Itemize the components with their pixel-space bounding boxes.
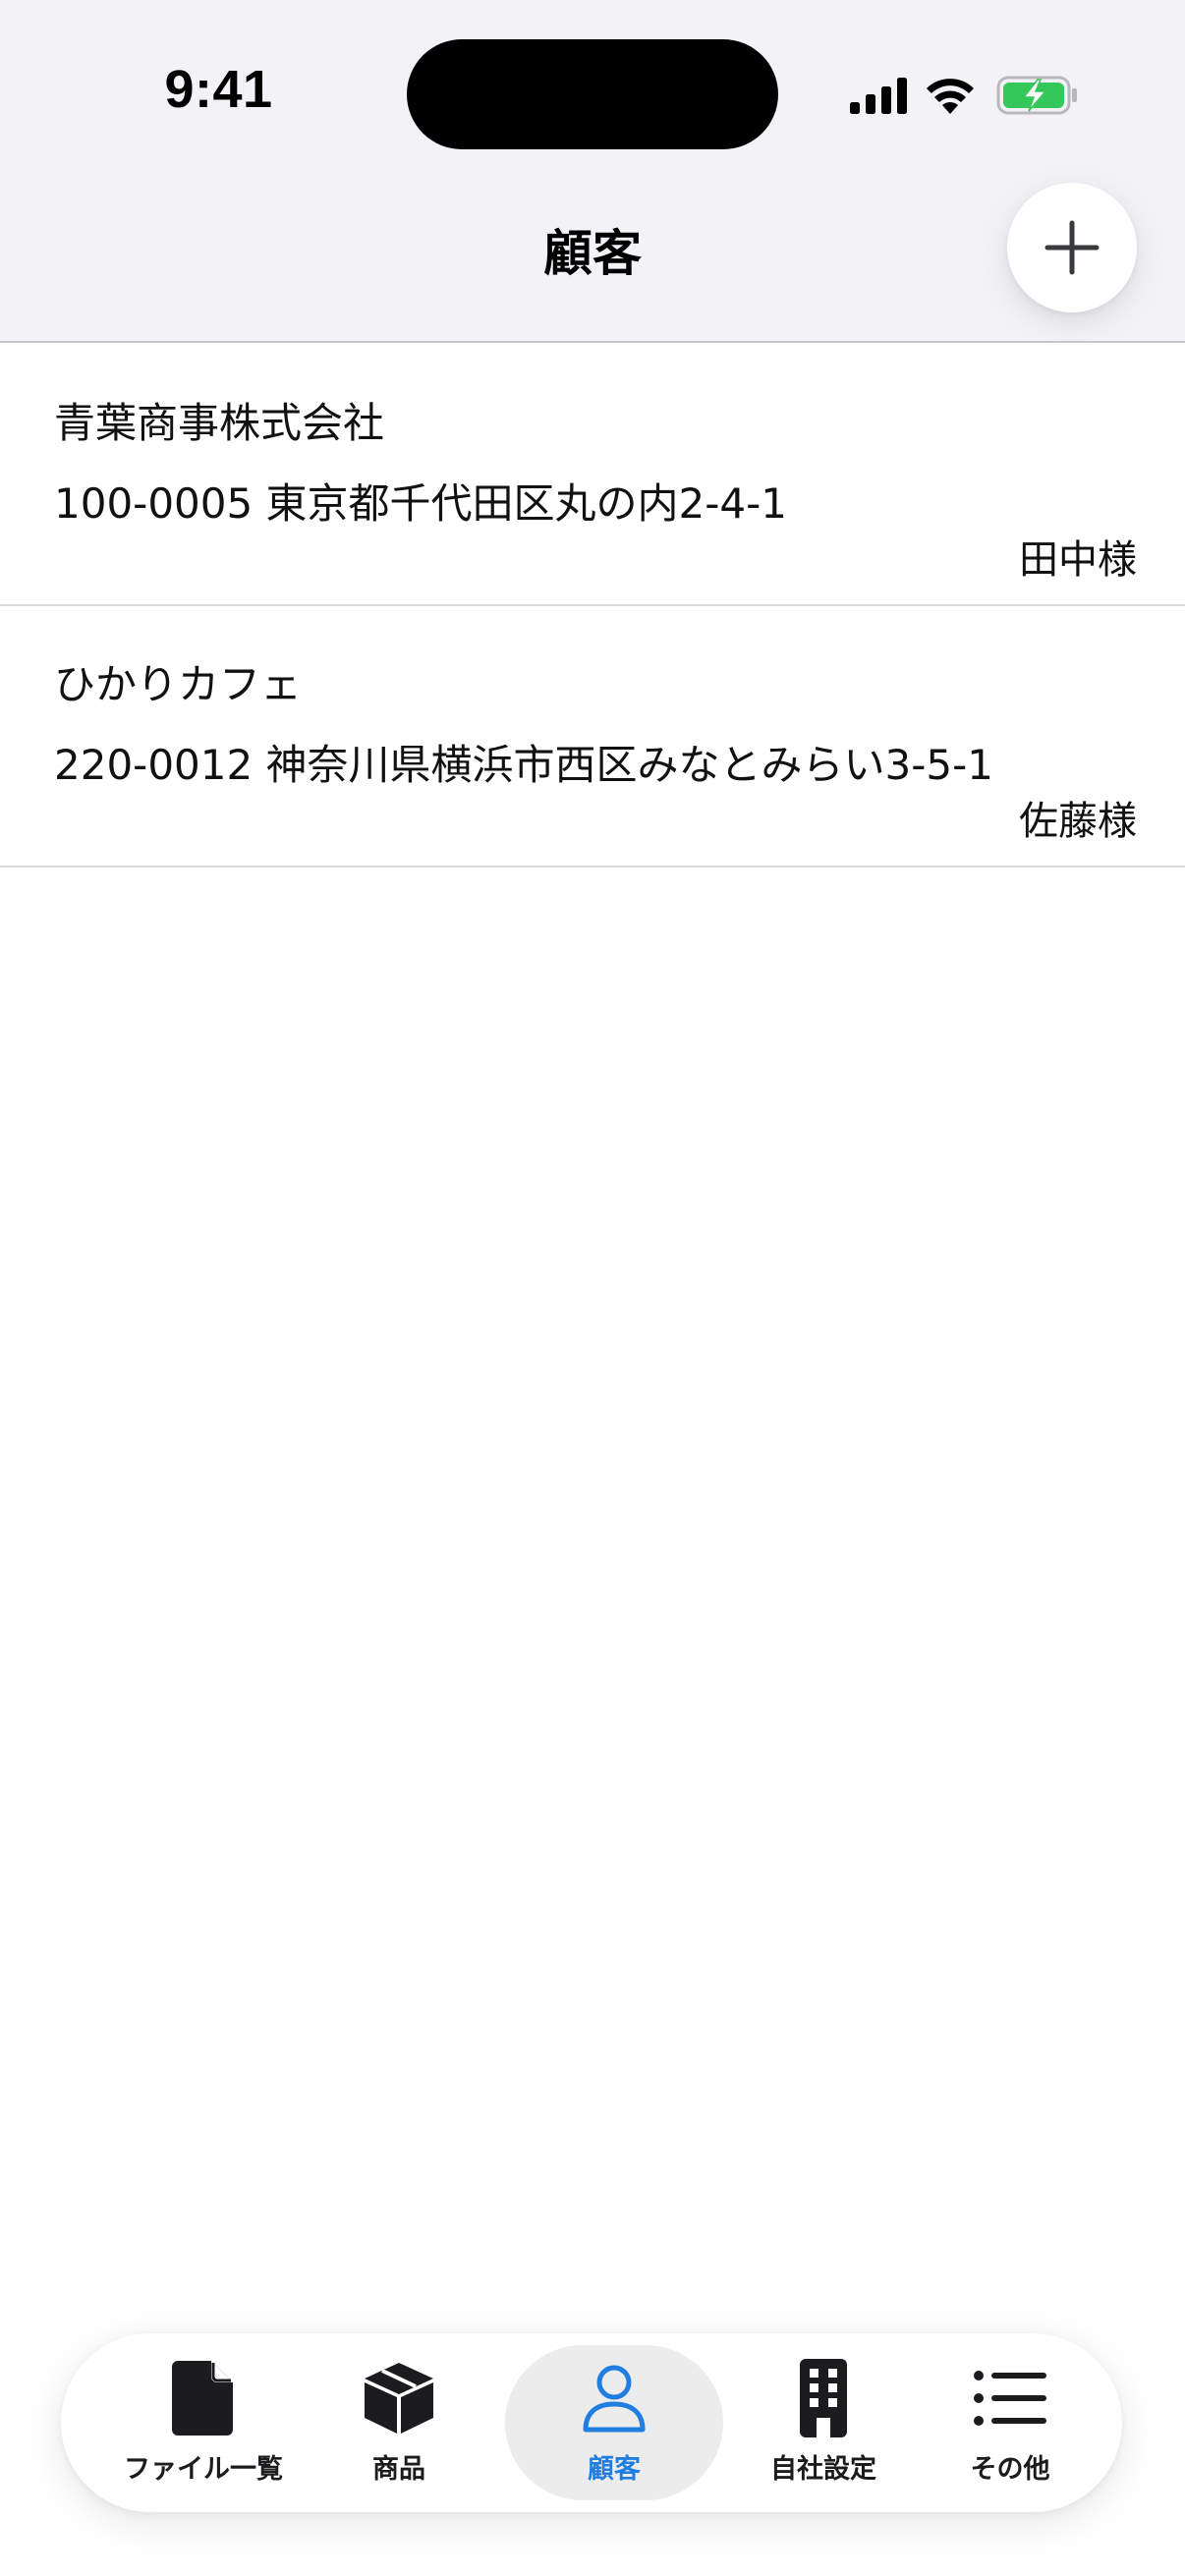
customer-list: 青葉商事株式会社 100-0005 東京都千代田区丸の内2-4-1 田中様 ひか… [0, 345, 1185, 868]
customer-address: 100-0005 東京都千代田区丸の内2-4-1 [54, 479, 788, 528]
tab-label: ファイル一覧 [124, 2454, 283, 2485]
tab-products[interactable]: 商品 [318, 2345, 480, 2500]
tab-bar: ファイル一覧 商品 顧客 自社設定 その他 [61, 2333, 1122, 2512]
page-title: 顧客 [543, 225, 642, 282]
box-icon [360, 2359, 438, 2437]
header: 9:41 顧客 [0, 0, 1185, 343]
customer-address: 220-0012 神奈川県横浜市西区みなとみらい3-5-1 [54, 741, 994, 789]
add-customer-button[interactable] [1007, 183, 1137, 312]
customer-row[interactable]: 青葉商事株式会社 100-0005 東京都千代田区丸の内2-4-1 田中様 [0, 345, 1185, 606]
dynamic-island [407, 39, 778, 149]
person-icon [575, 2359, 653, 2437]
document-icon [164, 2359, 243, 2437]
building-icon [784, 2359, 863, 2437]
tab-label: その他 [970, 2454, 1050, 2485]
customer-name: 青葉商事株式会社 [54, 399, 385, 447]
customer-contact: 佐藤様 [1019, 799, 1137, 844]
wifi-icon [927, 79, 974, 114]
cellular-signal-icon [850, 78, 907, 114]
tab-label: 商品 [372, 2454, 425, 2485]
tab-label: 自社設定 [770, 2454, 876, 2485]
plus-icon [1044, 220, 1100, 275]
customer-row[interactable]: ひかりカフェ 220-0012 神奈川県横浜市西区みなとみらい3-5-1 佐藤様 [0, 606, 1185, 868]
battery-charging-icon [996, 76, 1077, 115]
tab-other[interactable]: その他 [926, 2345, 1095, 2500]
tab-company-settings[interactable]: 自社設定 [739, 2345, 908, 2500]
customer-name: ひかりカフェ [54, 660, 303, 708]
status-time: 9:41 [164, 60, 273, 119]
tab-files[interactable]: ファイル一覧 [100, 2345, 307, 2500]
customer-contact: 田中様 [1019, 537, 1137, 583]
status-icons [847, 71, 1083, 122]
list-icon [971, 2359, 1049, 2437]
tab-label: 顧客 [588, 2454, 641, 2485]
tab-customers[interactable]: 顧客 [505, 2345, 723, 2500]
